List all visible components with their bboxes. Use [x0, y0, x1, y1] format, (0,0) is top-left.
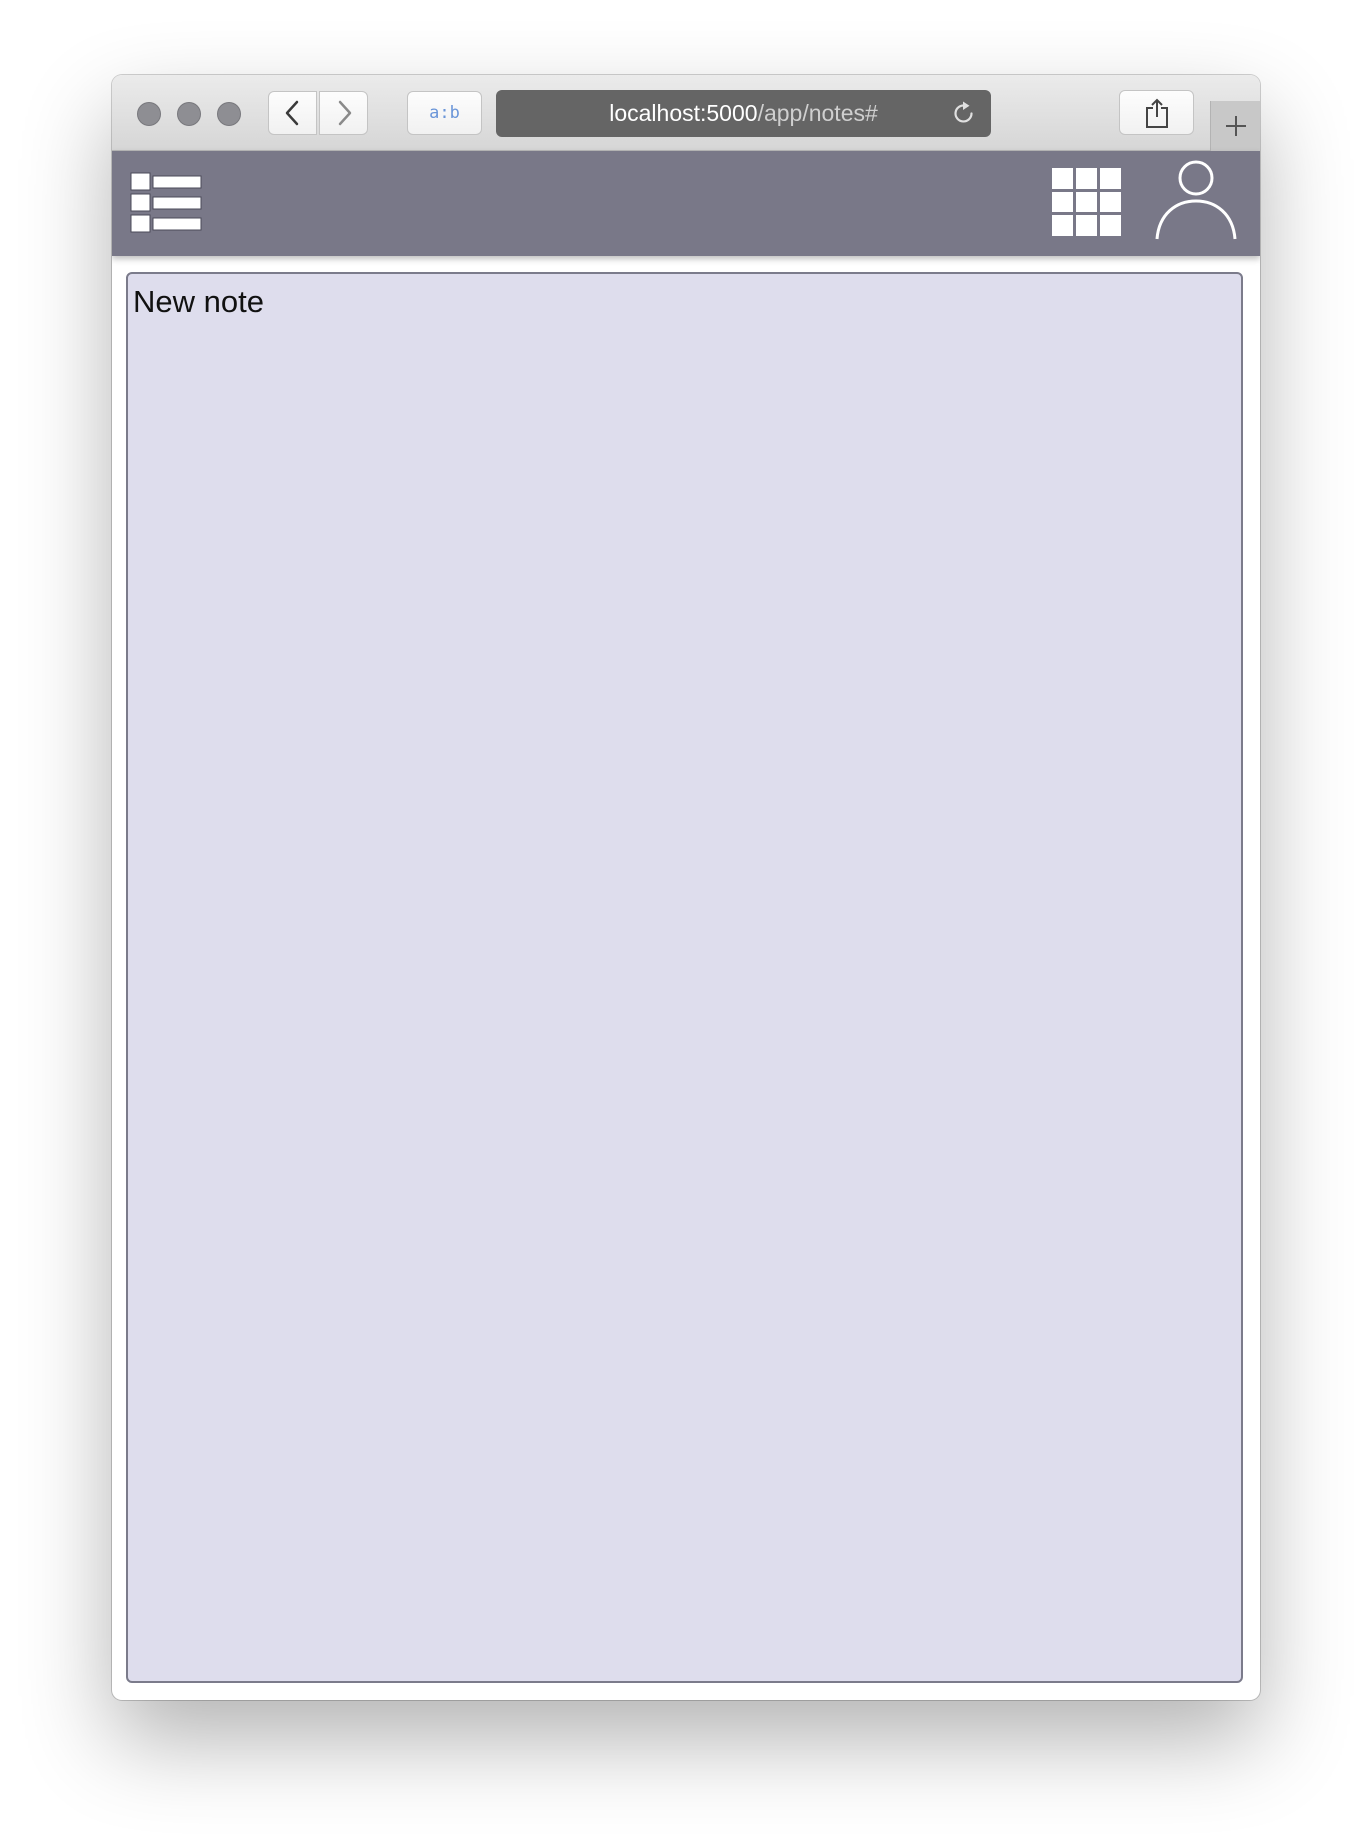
grid-icon[interactable]: [1051, 167, 1123, 237]
share-button[interactable]: [1119, 90, 1194, 135]
address-bar[interactable]: localhost:5000/app/notes#: [496, 90, 991, 137]
user-icon[interactable]: [1154, 159, 1238, 241]
app-header: [112, 151, 1260, 256]
reader-button[interactable]: a:b: [407, 91, 482, 135]
chevron-left-icon: [285, 100, 298, 126]
reload-icon[interactable]: [950, 100, 977, 127]
browser-window: a:b localhost:5000/app/notes# New note: [112, 75, 1260, 1700]
back-button[interactable]: [268, 91, 317, 135]
reader-label: a:b: [429, 103, 460, 123]
url-host: localhost:5000: [609, 100, 758, 126]
share-icon: [1145, 98, 1168, 128]
minimize-window-button[interactable]: [177, 102, 201, 126]
url-path: /app/notes#: [757, 100, 878, 126]
close-window-button[interactable]: [137, 102, 161, 126]
chevron-right-icon: [338, 100, 351, 126]
maximize-window-button[interactable]: [217, 102, 241, 126]
list-menu-icon[interactable]: [130, 172, 202, 234]
new-tab-button[interactable]: [1210, 101, 1260, 151]
forward-button[interactable]: [319, 91, 368, 135]
browser-toolbar: a:b localhost:5000/app/notes#: [112, 75, 1260, 151]
plus-icon: [1225, 116, 1246, 136]
note-editor[interactable]: New note: [126, 272, 1243, 1683]
